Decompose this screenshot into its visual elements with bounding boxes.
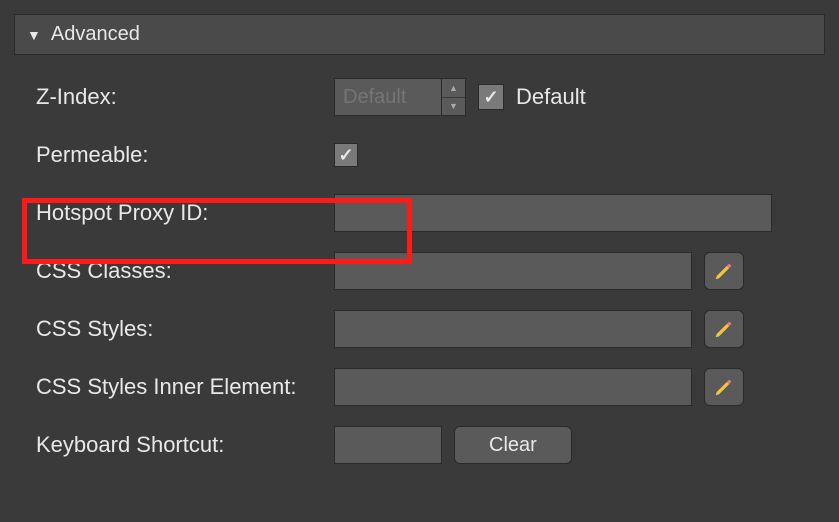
pencil-icon bbox=[713, 376, 735, 398]
row-css-styles-inner: CSS Styles Inner Element: bbox=[14, 367, 825, 407]
css-styles-inner-input[interactable] bbox=[334, 368, 692, 406]
css-styles-edit-button[interactable] bbox=[704, 310, 744, 348]
zindex-default-checkbox[interactable]: ✓ bbox=[478, 84, 504, 110]
label-css-classes: CSS Classes: bbox=[14, 258, 334, 284]
section-header-advanced[interactable]: ▼ Advanced bbox=[14, 14, 825, 55]
label-permeable: Permeable: bbox=[14, 142, 334, 168]
pencil-icon bbox=[713, 318, 735, 340]
label-css-styles: CSS Styles: bbox=[14, 316, 334, 342]
keyboard-shortcut-input[interactable] bbox=[334, 426, 442, 464]
row-zindex: Z-Index: ▲ ▼ ✓ Default bbox=[14, 77, 825, 117]
pencil-icon bbox=[713, 260, 735, 282]
row-keyboard-shortcut: Keyboard Shortcut: Clear bbox=[14, 425, 825, 465]
stepper-up-icon[interactable]: ▲ bbox=[442, 79, 465, 98]
disclosure-triangle-icon: ▼ bbox=[27, 27, 41, 43]
zindex-stepper-buttons: ▲ ▼ bbox=[442, 78, 466, 116]
row-css-classes: CSS Classes: bbox=[14, 251, 825, 291]
permeable-checkbox[interactable]: ✓ bbox=[334, 143, 358, 167]
clear-button[interactable]: Clear bbox=[454, 426, 572, 464]
section-title: Advanced bbox=[51, 23, 140, 46]
section-body: Z-Index: ▲ ▼ ✓ Default Permeable: ✓ Hots… bbox=[0, 55, 839, 497]
label-hotspot-proxy-id: Hotspot Proxy ID: bbox=[14, 200, 334, 226]
label-zindex: Z-Index: bbox=[14, 84, 334, 110]
hotspot-proxy-id-input[interactable] bbox=[334, 194, 772, 232]
row-permeable: Permeable: ✓ bbox=[14, 135, 825, 175]
row-hotspot-proxy-id: Hotspot Proxy ID: bbox=[14, 193, 825, 233]
zindex-stepper: ▲ ▼ bbox=[334, 78, 466, 116]
zindex-input[interactable] bbox=[334, 78, 442, 116]
css-classes-input[interactable] bbox=[334, 252, 692, 290]
label-css-styles-inner: CSS Styles Inner Element: bbox=[14, 374, 334, 400]
stepper-down-icon[interactable]: ▼ bbox=[442, 98, 465, 116]
label-keyboard-shortcut: Keyboard Shortcut: bbox=[14, 432, 334, 458]
css-styles-inner-edit-button[interactable] bbox=[704, 368, 744, 406]
row-css-styles: CSS Styles: bbox=[14, 309, 825, 349]
css-styles-input[interactable] bbox=[334, 310, 692, 348]
css-classes-edit-button[interactable] bbox=[704, 252, 744, 290]
zindex-default-label: Default bbox=[516, 84, 586, 110]
